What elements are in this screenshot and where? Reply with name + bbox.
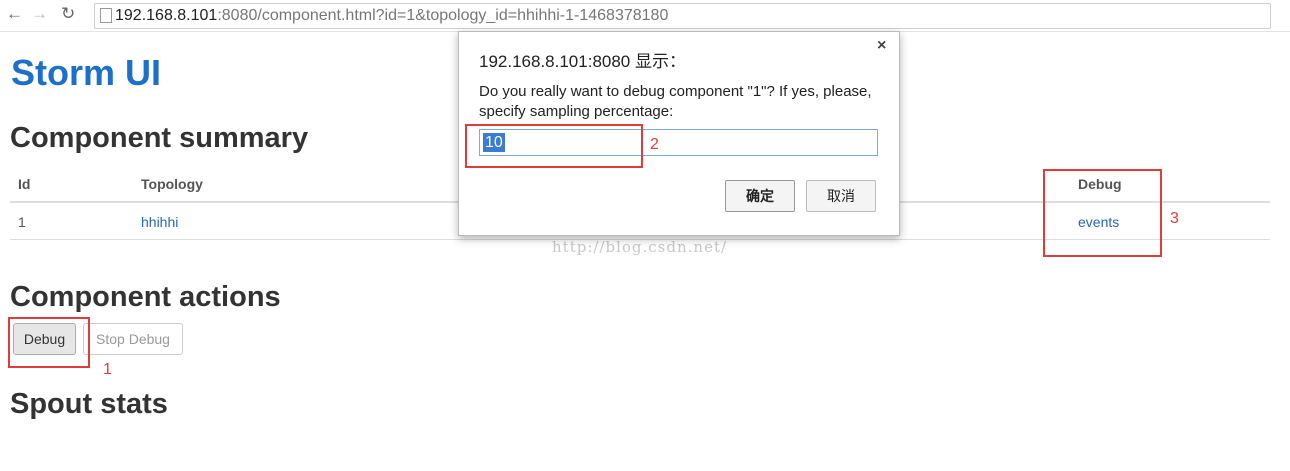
topology-link[interactable]: hhihhi (141, 214, 178, 230)
address-bar[interactable]: 192.168.8.101:8080/component.html?id=1&t… (94, 3, 1271, 29)
spout-stats-heading: Spout stats (10, 388, 168, 420)
url-path: :8080/component.html?id=1&topology_id=hh… (217, 7, 669, 24)
back-arrow-icon[interactable]: ← (6, 4, 23, 24)
annotation-box-2 (465, 124, 643, 168)
col-header-id: Id (18, 176, 31, 192)
component-summary-heading: Component summary (10, 122, 309, 154)
annotation-box-3 (1043, 169, 1162, 257)
close-icon[interactable]: × (877, 37, 886, 55)
page-title: Storm UI (11, 52, 162, 93)
annotation-number-1: 1 (103, 361, 112, 378)
stop-debug-button[interactable]: Stop Debug (83, 323, 183, 355)
cancel-button[interactable]: 取消 (806, 180, 876, 212)
reload-icon[interactable]: ↻ (61, 4, 75, 24)
forward-arrow-icon[interactable]: → (31, 4, 48, 24)
dialog-message: Do you really want to debug component "1… (479, 83, 872, 120)
cell-id: 1 (18, 214, 26, 230)
url-host: 192.168.8.101 (115, 7, 218, 24)
ok-button[interactable]: 确定 (725, 180, 795, 212)
component-actions-heading: Component actions (10, 281, 281, 313)
page-icon (100, 8, 112, 23)
watermark: http://blog.csdn.net/ (552, 238, 728, 256)
browser-toolbar: ← → ↻ 192.168.8.101:8080/component.html?… (0, 0, 1290, 32)
annotation-box-1 (8, 317, 90, 368)
address-text[interactable]: 192.168.8.101:8080/component.html?id=1&t… (115, 7, 668, 25)
annotation-number-3: 3 (1170, 210, 1179, 227)
col-header-topology: Topology (141, 176, 203, 192)
annotation-number-2: 2 (650, 136, 659, 153)
dialog-title: 192.168.8.101:8080 显示： (479, 52, 686, 71)
